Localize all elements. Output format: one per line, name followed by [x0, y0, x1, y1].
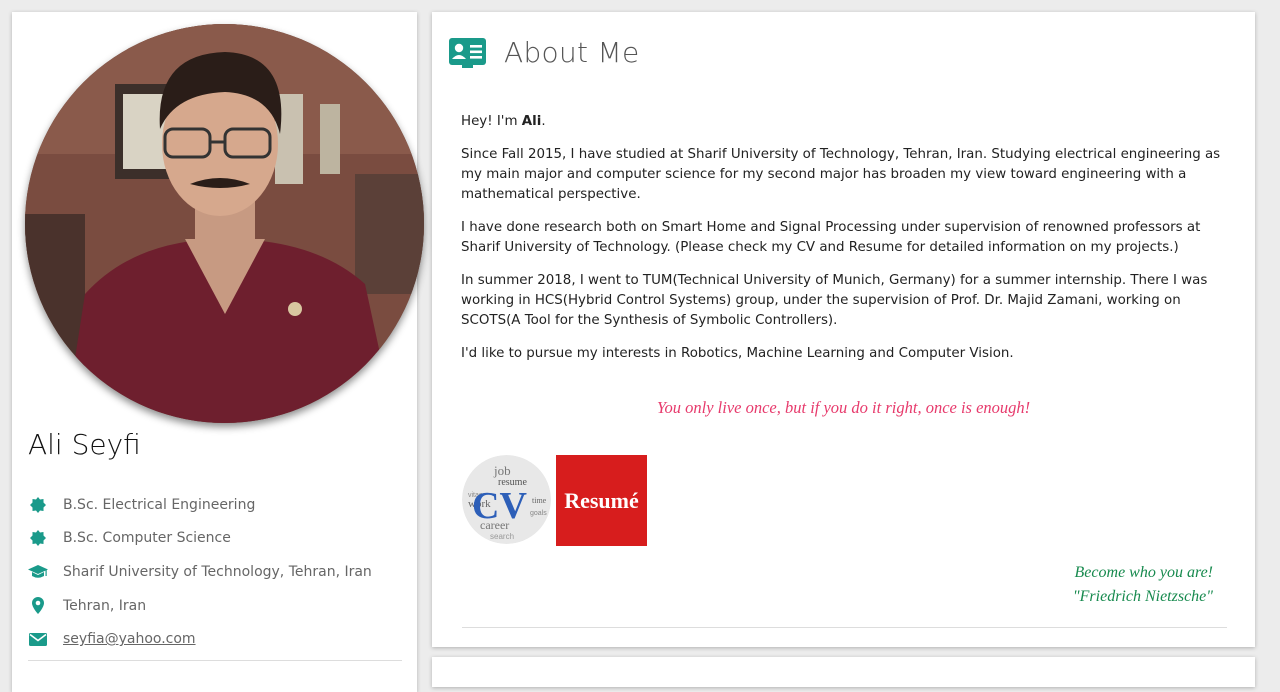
greeting-prefix: Hey! I'm	[461, 114, 522, 129]
nietzsche-author: "Friedrich Nietzsche"	[1072, 588, 1213, 605]
profile-card: Ali Seyfi B.Sc. Electrical Engineering B…	[12, 12, 424, 692]
greeting-suffix: .	[541, 114, 546, 129]
badge-icon	[28, 495, 48, 515]
graduation-cap-icon	[28, 562, 48, 582]
about-paragraph: I have done research both on Smart Home …	[461, 220, 1201, 255]
cv-word: search	[490, 532, 514, 541]
cv-word: goals	[530, 510, 547, 517]
info-item-text: Tehran, Iran	[63, 597, 147, 614]
location-pin-icon	[28, 596, 48, 616]
id-card-icon	[449, 37, 486, 68]
nietzsche-quote: Become who you are!	[1074, 564, 1213, 581]
cv-word: time	[532, 496, 547, 505]
email-link[interactable]: seyfia@yahoo.com	[63, 631, 196, 647]
info-item-degree-ee: B.Sc. Electrical Engineering	[28, 488, 398, 522]
about-text: Hey! I'm Ali. Since Fall 2015, I have st…	[461, 112, 1231, 377]
info-item-degree-cs: B.Sc. Computer Science	[28, 522, 398, 556]
envelope-icon	[28, 629, 48, 649]
divider	[462, 627, 1227, 628]
info-item-text: Sharif University of Technology, Tehran,…	[63, 563, 372, 580]
section-header: About Me	[449, 36, 639, 69]
cv-word: job	[493, 463, 511, 478]
resume-link[interactable]: Resumé	[556, 455, 647, 546]
info-item-email: seyfia@yahoo.com	[28, 622, 398, 656]
profile-name: Ali Seyfi	[28, 428, 141, 461]
about-card: About Me Hey! I'm Ali. Since Fall 2015, …	[432, 12, 1255, 647]
info-item-location: Tehran, Iran	[28, 589, 398, 623]
about-paragraph: I'd like to pursue my interests in Robot…	[461, 346, 1014, 361]
greeting: Hey! I'm Ali.	[461, 112, 1231, 132]
cv-link[interactable]: job resume vitae work CV time goals care…	[462, 455, 551, 544]
greeting-name: Ali	[521, 114, 542, 129]
section-title: About Me	[504, 36, 640, 69]
info-item-text: B.Sc. Electrical Engineering	[63, 496, 256, 513]
info-item-text: B.Sc. Computer Science	[63, 530, 231, 547]
about-paragraph: Since Fall 2015, I have studied at Shari…	[461, 147, 1221, 202]
profile-info-list: B.Sc. Electrical Engineering B.Sc. Compu…	[28, 488, 398, 656]
divider	[28, 660, 402, 661]
about-paragraph: In summer 2018, I went to TUM(Technical …	[461, 273, 1208, 328]
motto-quote: You only live once, but if you do it rig…	[656, 398, 1031, 417]
next-card	[432, 657, 1255, 687]
cv-word: career	[480, 518, 509, 532]
info-item-university: Sharif University of Technology, Tehran,…	[28, 555, 398, 589]
badge-icon	[28, 528, 48, 548]
nietzsche-quote-block: Become who you are! "Friedrich Nietzsche…	[1073, 561, 1213, 609]
profile-photo	[25, 24, 424, 423]
